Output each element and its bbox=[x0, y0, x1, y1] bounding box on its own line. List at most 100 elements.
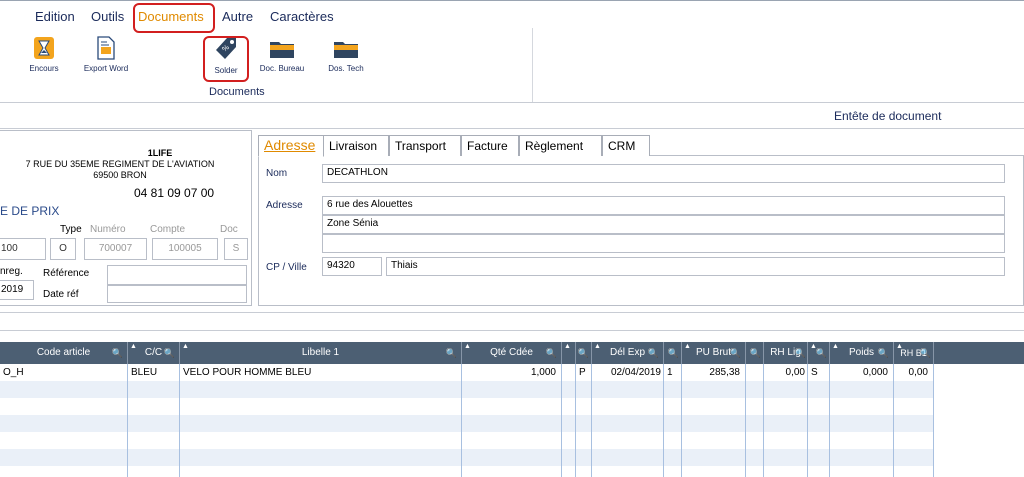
col-blank1[interactable]: ▲ bbox=[562, 342, 576, 364]
col-libelle[interactable]: Libelle 1 ▲ 🔍 bbox=[180, 342, 462, 364]
tab-livraison[interactable]: Livraison bbox=[323, 135, 389, 156]
cp-ville-label: CP / Ville bbox=[266, 262, 307, 273]
doc-field[interactable]: S bbox=[224, 238, 248, 260]
table-row[interactable]: O_H BLEU VELO POUR HOMME BLEU 1,000 P 02… bbox=[0, 364, 934, 381]
search-icon[interactable]: 🔍 bbox=[112, 342, 123, 364]
adresse-line2-field[interactable]: Zone Sénia bbox=[322, 215, 1005, 234]
search-icon[interactable]: 🔍 bbox=[795, 342, 806, 364]
ribbon-group-label: Documents bbox=[209, 86, 265, 98]
col-libelle-label: Libelle 1 bbox=[301, 347, 340, 358]
cell-blank bbox=[746, 364, 764, 381]
table-row[interactable] bbox=[0, 449, 934, 466]
sort-icon: ▲ bbox=[464, 343, 471, 350]
tab-adresse[interactable]: Adresse bbox=[258, 135, 324, 157]
search-icon[interactable]: 🔍 bbox=[750, 342, 761, 364]
grid-line bbox=[745, 364, 746, 477]
grid-line bbox=[575, 364, 576, 477]
col-blank3[interactable]: 🔍 bbox=[746, 342, 764, 364]
type-field[interactable]: O bbox=[50, 238, 76, 260]
sort-icon: ▲ bbox=[130, 343, 137, 350]
company-name: 1LIFE bbox=[147, 148, 173, 158]
table-row[interactable] bbox=[0, 415, 934, 432]
tab-facture[interactable]: Facture bbox=[461, 135, 519, 156]
doc-bureau-button[interactable]: Doc. Bureau bbox=[254, 36, 310, 73]
date-ref-field[interactable] bbox=[107, 285, 247, 303]
table-row[interactable] bbox=[0, 432, 934, 449]
col-blank2[interactable]: 🔍 bbox=[664, 342, 682, 364]
tab-reglement[interactable]: Règlement bbox=[519, 135, 602, 156]
company-address1: 7 RUE DU 35EME REGIMENT DE L'AVIATION bbox=[25, 159, 215, 169]
search-icon[interactable]: 🔍 bbox=[164, 342, 175, 364]
col-rh-lig[interactable]: RH Lig 🔍 bbox=[764, 342, 808, 364]
menu-edition[interactable]: Edition bbox=[35, 9, 75, 24]
reference-label: Référence bbox=[43, 268, 90, 279]
word-export-icon bbox=[95, 36, 117, 62]
cell-code-article: O_H bbox=[3, 367, 24, 378]
grid-line bbox=[681, 364, 682, 477]
sort-icon: ▲ bbox=[182, 343, 189, 350]
nom-field[interactable]: DECATHLON bbox=[322, 164, 1005, 183]
company-block: 1LIFE 7 RUE DU 35EME REGIMENT DE L'AVIAT… bbox=[0, 148, 240, 181]
dos-tech-button[interactable]: Dos. Tech bbox=[324, 36, 368, 73]
table-row[interactable] bbox=[0, 398, 934, 415]
col-poids[interactable]: Poids ▲ 🔍 bbox=[830, 342, 894, 364]
table-row[interactable] bbox=[0, 466, 934, 477]
search-icon[interactable]: 🔍 bbox=[920, 342, 931, 364]
search-icon[interactable]: 🔍 bbox=[578, 342, 589, 364]
col-pu-brut[interactable]: PU Brut ▲ 🔍 bbox=[682, 342, 746, 364]
search-icon[interactable]: 🔍 bbox=[816, 342, 827, 364]
compte-field[interactable]: 100005 bbox=[152, 238, 218, 260]
export-word-button[interactable]: Export Word bbox=[78, 36, 134, 73]
menu-caracteres[interactable]: Caractères bbox=[270, 9, 334, 24]
cell-rh-lig: 0,00 bbox=[785, 367, 805, 378]
export-word-label: Export Word bbox=[83, 64, 129, 73]
tab-crm[interactable]: CRM bbox=[602, 135, 650, 156]
search-icon[interactable]: 🔍 bbox=[648, 342, 659, 364]
cell-cc: BLEU bbox=[131, 367, 158, 378]
grid-line bbox=[179, 364, 180, 477]
cell-libelle: VELO POUR HOMME BLEU bbox=[183, 367, 312, 378]
grid-line bbox=[663, 364, 664, 477]
menu-outils[interactable]: Outils bbox=[91, 9, 124, 24]
ville-field[interactable]: Thiais bbox=[386, 257, 1005, 276]
cp-field[interactable]: 94320 bbox=[322, 257, 382, 276]
type-label: Type bbox=[60, 224, 82, 235]
col-rh-b1[interactable]: RH B1 ▲ 🔍 bbox=[894, 342, 934, 364]
cell-rh-b1: 0,00 bbox=[908, 367, 928, 378]
cell-del-exp: 02/04/2019 bbox=[610, 367, 661, 378]
divider bbox=[0, 330, 1024, 331]
col-search-small[interactable]: 🔍 bbox=[576, 342, 592, 364]
adresse-line3-field[interactable] bbox=[322, 234, 1005, 253]
enreg-field[interactable]: 2019 bbox=[0, 280, 34, 300]
menu-autre[interactable]: Autre bbox=[222, 9, 253, 24]
col-code-article-label: Code article bbox=[36, 347, 91, 358]
cell-status: P bbox=[579, 367, 586, 378]
first-field[interactable]: 100 bbox=[0, 238, 46, 260]
adresse-line1-field[interactable]: 6 rue des Alouettes bbox=[322, 196, 1005, 215]
document-type-title: E DE PRIX bbox=[0, 204, 60, 218]
numero-field[interactable]: 700007 bbox=[84, 238, 147, 260]
grid-line bbox=[561, 364, 562, 477]
encours-button[interactable]: Encours bbox=[24, 36, 64, 73]
grid-line bbox=[127, 364, 128, 477]
sort-icon: ▲ bbox=[564, 343, 571, 350]
col-qte-cdee[interactable]: Qté Cdée ▲ 🔍 bbox=[462, 342, 562, 364]
cell-poids: 0,000 bbox=[862, 367, 888, 378]
col-blank4[interactable]: ▲ 🔍 bbox=[808, 342, 830, 364]
col-cc[interactable]: C/C ▲ 🔍 bbox=[128, 342, 180, 364]
search-icon[interactable]: 🔍 bbox=[878, 342, 889, 364]
search-icon[interactable]: 🔍 bbox=[730, 342, 741, 364]
tab-transport[interactable]: Transport bbox=[389, 135, 461, 156]
grid-line bbox=[893, 364, 894, 477]
sort-icon: ▲ bbox=[832, 343, 839, 350]
col-code-article[interactable]: Code article 🔍 bbox=[0, 342, 128, 364]
doc-bureau-label: Doc. Bureau bbox=[259, 64, 305, 73]
date-ref-label: Date réf bbox=[43, 289, 79, 300]
table-row[interactable] bbox=[0, 381, 934, 398]
highlight-solder-button bbox=[203, 36, 249, 82]
search-icon[interactable]: 🔍 bbox=[546, 342, 557, 364]
col-del-exp[interactable]: Dél Exp ▲ 🔍 bbox=[592, 342, 664, 364]
search-icon[interactable]: 🔍 bbox=[446, 342, 457, 364]
reference-field[interactable] bbox=[107, 265, 247, 285]
search-icon[interactable]: 🔍 bbox=[668, 342, 679, 364]
